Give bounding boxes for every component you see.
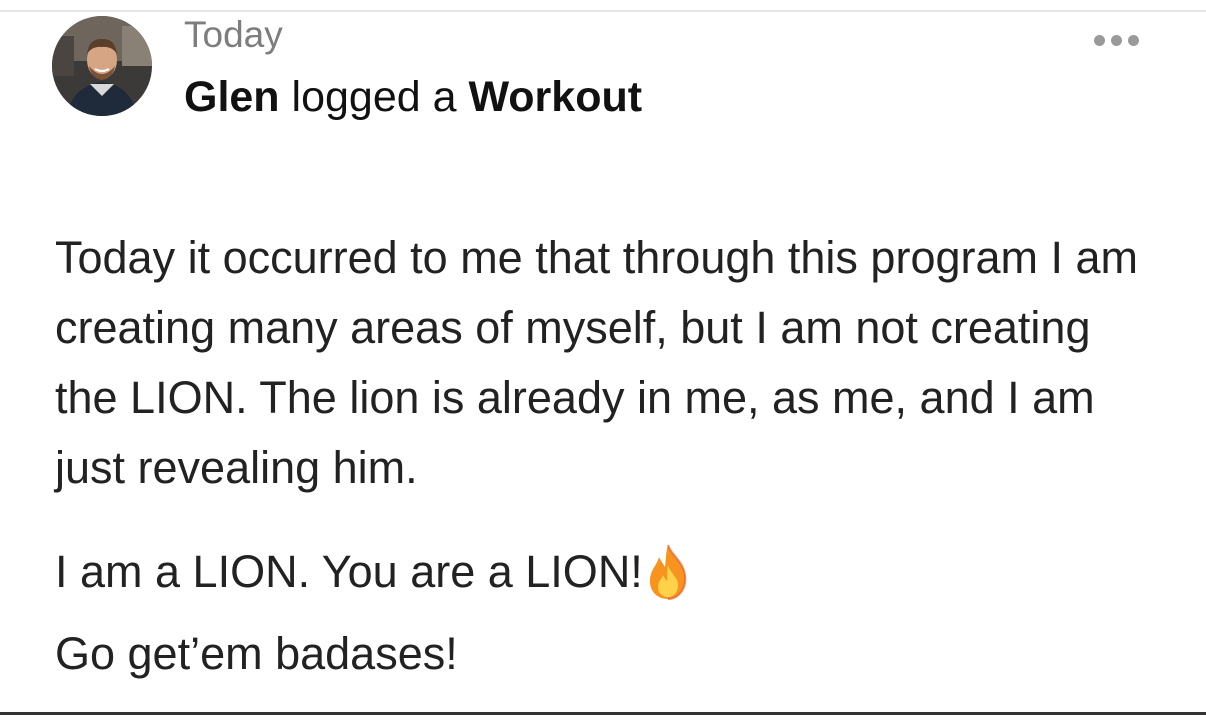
- post-paragraph: Today it occurred to me that through thi…: [55, 232, 1139, 493]
- ellipsis-dot: [1127, 34, 1139, 46]
- activity-type[interactable]: Workout: [468, 73, 642, 121]
- fire-icon: [649, 544, 687, 600]
- post-timestamp: Today: [184, 14, 283, 55]
- author-avatar[interactable]: [52, 16, 152, 116]
- ellipsis-horizontal-icon: [1093, 34, 1105, 46]
- action-text: logged a: [291, 73, 457, 121]
- post-body: Today it occurred to me that through thi…: [55, 223, 1165, 689]
- post-paragraph: I am a LION. You are a LION!: [55, 537, 1165, 607]
- post-headline: Glen logged a Workout: [184, 72, 642, 122]
- top-divider: [0, 10, 1206, 12]
- post-paragraph: Go get’em badases!: [55, 628, 458, 679]
- author-name[interactable]: Glen: [184, 73, 280, 121]
- more-options-button[interactable]: [1086, 24, 1146, 56]
- avatar-photo: [52, 16, 152, 116]
- post-paragraph-text: I am a LION. You are a LION!: [55, 546, 643, 597]
- ellipsis-dot: [1110, 34, 1122, 46]
